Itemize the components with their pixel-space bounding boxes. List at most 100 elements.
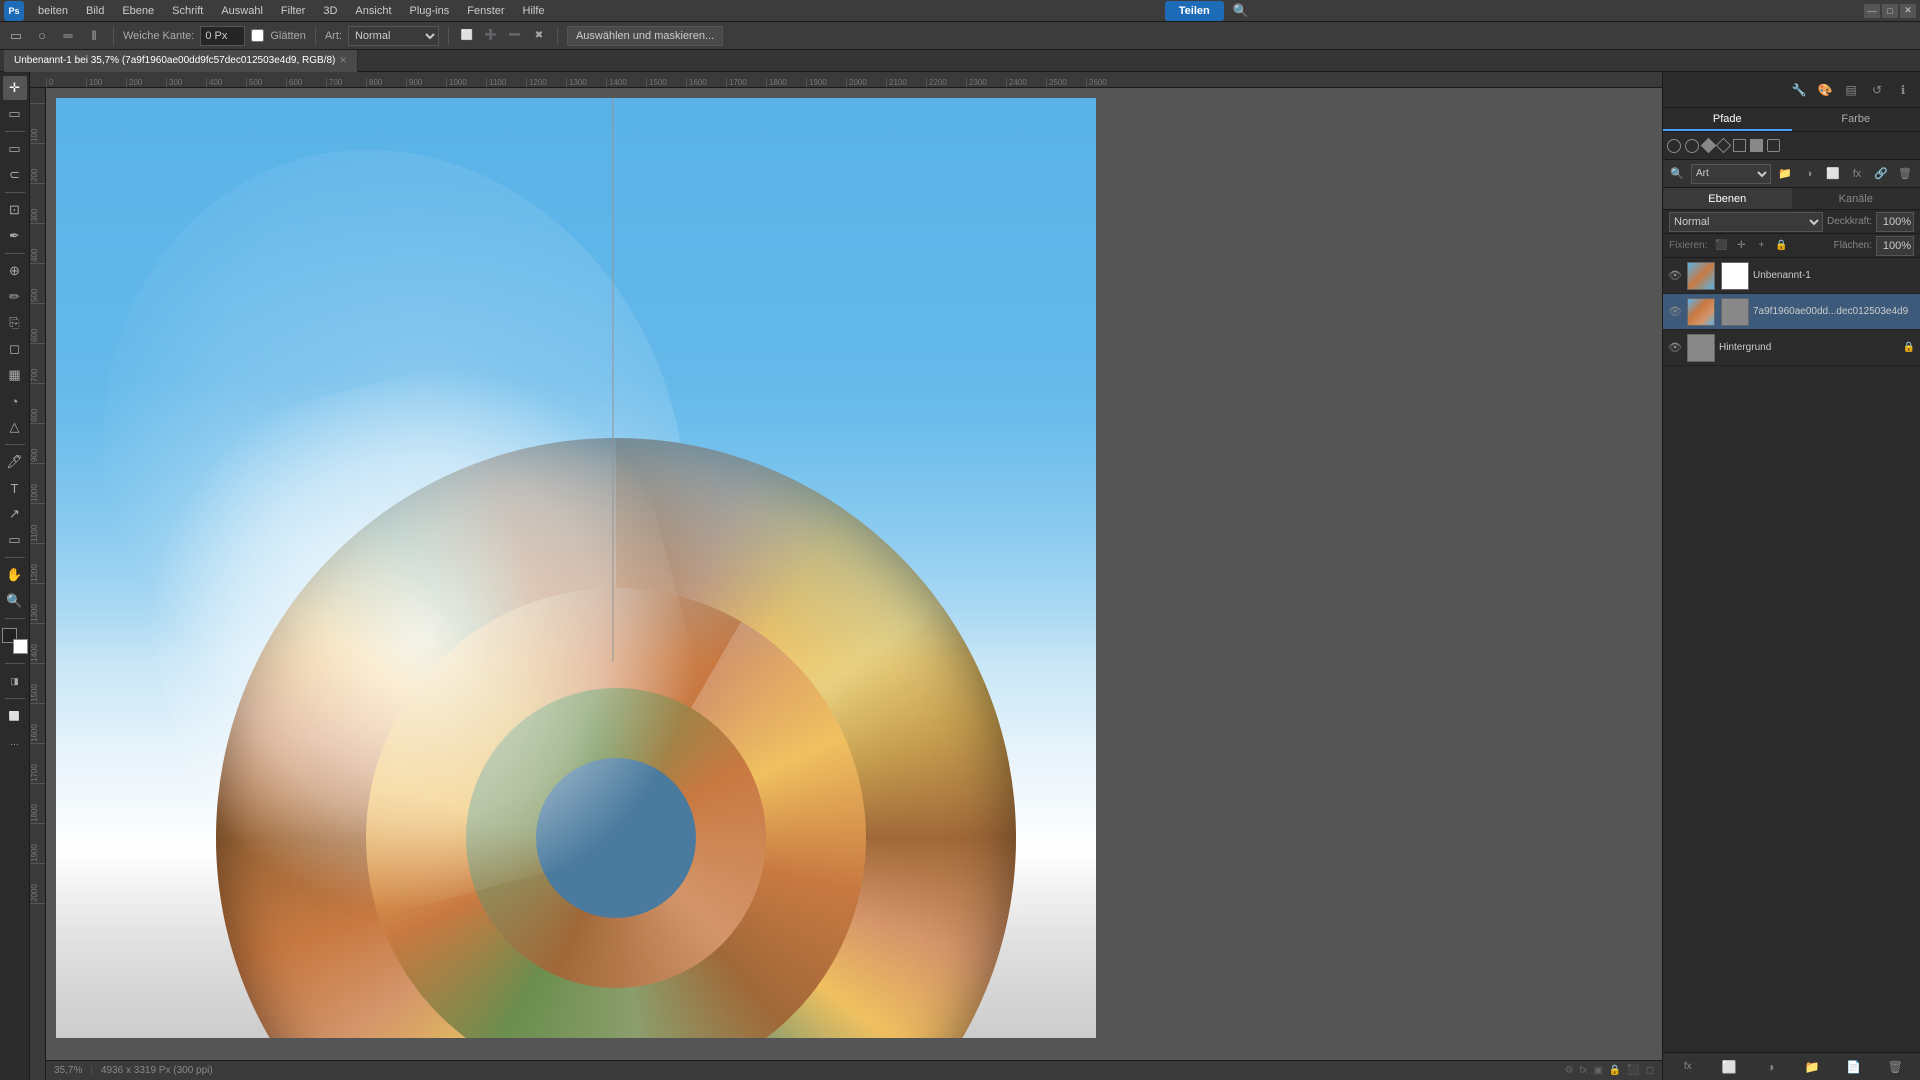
foreground-background-color[interactable]	[2, 628, 28, 654]
lock-artboard-icon[interactable]: +	[1753, 238, 1769, 254]
diamond-shape-2[interactable]	[1716, 138, 1732, 154]
blur-tool[interactable]: ◔	[3, 389, 27, 413]
search-icon[interactable]: 🔍	[1230, 0, 1252, 22]
subtract-selection-icon[interactable]: ➖	[506, 27, 524, 45]
clone-tool[interactable]: ⎘	[3, 311, 27, 335]
add-selection-icon[interactable]: ➕	[482, 27, 500, 45]
layer-mask-icon[interactable]: ⬜	[1823, 164, 1843, 184]
path-select-tool[interactable]: ↗	[3, 502, 27, 526]
menu-beiten[interactable]: beiten	[30, 3, 76, 19]
lock-position-icon[interactable]: ✛	[1733, 238, 1749, 254]
shape-tool[interactable]: ▭	[3, 528, 27, 552]
lasso-tool[interactable]: ⊂	[3, 163, 27, 187]
blend-mode-select[interactable]: Normal Auflösen Multiplizieren	[1669, 212, 1823, 232]
status-icon-2[interactable]: fx	[1580, 1065, 1588, 1076]
layer-comp-icon[interactable]: 🗑	[1895, 164, 1915, 184]
layer-effect-icon[interactable]: fx	[1847, 164, 1867, 184]
intersect-selection-icon[interactable]: ✖	[530, 27, 548, 45]
layer-visibility-toggle[interactable]: 👁	[1667, 340, 1683, 356]
marquee-tool[interactable]: ▭	[3, 137, 27, 161]
minimize-button[interactable]: —	[1864, 4, 1880, 18]
quick-mask-tool[interactable]: ◨	[3, 669, 27, 693]
zoom-tool[interactable]: 🔍	[3, 589, 27, 613]
move-tool[interactable]: ✛	[3, 76, 27, 100]
type-tool[interactable]: T	[3, 476, 27, 500]
document-tab[interactable]: Unbenannt-1 bei 35,7% (7a9f1960ae00dd9fc…	[4, 50, 358, 72]
tab-close-button[interactable]: ✕	[339, 55, 347, 66]
layer-search-select[interactable]: Art	[1691, 164, 1771, 184]
ellipse-select-icon[interactable]: ○	[32, 26, 52, 46]
add-mask-button[interactable]: ⬜	[1719, 1057, 1739, 1077]
status-icon-4[interactable]: 🔒	[1609, 1065, 1621, 1076]
layer-item[interactable]: 👁 Hintergrund 🔒	[1663, 330, 1920, 366]
search-layers-icon[interactable]: 🔍	[1667, 164, 1687, 184]
screen-mode-tool[interactable]: ⬜	[3, 704, 27, 728]
status-icon-5[interactable]: ⬛	[1627, 1065, 1639, 1076]
new-adjustment-button[interactable]: ◑	[1761, 1057, 1781, 1077]
glitter-checkbox[interactable]	[251, 29, 264, 42]
menu-schrift[interactable]: Schrift	[164, 3, 211, 19]
dodge-tool[interactable]: △	[3, 415, 27, 439]
square-shape-2[interactable]	[1750, 139, 1763, 152]
layer-link-icon[interactable]: 🔗	[1871, 164, 1891, 184]
rect-select-icon[interactable]: ▭	[6, 26, 26, 46]
brush-tool[interactable]: ✏	[3, 285, 27, 309]
menu-filter[interactable]: Filter	[273, 3, 313, 19]
col-select-icon[interactable]: ‖	[84, 26, 104, 46]
layer-visibility-toggle[interactable]: 👁	[1667, 304, 1683, 320]
crop-tool[interactable]: ⊡	[3, 198, 27, 222]
paths-panel-icon[interactable]: 🔧	[1788, 79, 1810, 101]
select-mask-button[interactable]: Auswählen und maskieren...	[567, 26, 723, 46]
canvas-content[interactable]	[46, 88, 1662, 1060]
menu-3d[interactable]: 3D	[315, 3, 345, 19]
color-panel-icon[interactable]: 🎨	[1814, 79, 1836, 101]
square-shape[interactable]	[1733, 139, 1746, 152]
paths-tab[interactable]: Pfade	[1663, 108, 1792, 131]
layer-item[interactable]: 👁 7a9f1960ae00dd...dec012503e4d9	[1663, 294, 1920, 330]
layer-item[interactable]: 👁 Unbenannt-1	[1663, 258, 1920, 294]
status-icon-1[interactable]: ⚙	[1565, 1065, 1574, 1076]
layers-tab[interactable]: Ebenen	[1663, 188, 1792, 209]
eraser-tool[interactable]: ◻	[3, 337, 27, 361]
fill-input[interactable]	[1876, 236, 1914, 256]
layer-fx-button[interactable]: fx	[1678, 1057, 1698, 1077]
diamond-shape[interactable]	[1701, 138, 1717, 154]
extra-tools[interactable]: …	[3, 730, 27, 754]
menu-plugins[interactable]: Plug-ins	[402, 3, 458, 19]
lock-pixels-icon[interactable]: ⬛	[1713, 238, 1729, 254]
lock-all-icon[interactable]: 🔒	[1773, 238, 1789, 254]
circle-shape-2[interactable]	[1685, 139, 1699, 153]
healing-tool[interactable]: ⊕	[3, 259, 27, 283]
menu-hilfe[interactable]: Hilfe	[515, 3, 553, 19]
artboard-tool[interactable]: ▭	[3, 102, 27, 126]
maximize-button[interactable]: □	[1882, 4, 1898, 18]
circle-shape[interactable]	[1667, 139, 1681, 153]
background-color[interactable]	[13, 639, 28, 654]
hand-tool[interactable]: ✋	[3, 563, 27, 587]
new-layer-group-icon[interactable]: 📁	[1775, 164, 1795, 184]
layers-panel-icon[interactable]: ▤	[1840, 79, 1862, 101]
eyedropper-tool[interactable]: ✒	[3, 224, 27, 248]
menu-auswahl[interactable]: Auswahl	[213, 3, 271, 19]
channels-tab[interactable]: Kanäle	[1792, 188, 1920, 209]
color-tab[interactable]: Farbe	[1792, 108, 1920, 131]
opacity-input[interactable]	[1876, 212, 1914, 232]
menu-ebene[interactable]: Ebene	[114, 3, 162, 19]
menu-bild[interactable]: Bild	[78, 3, 112, 19]
history-panel-icon[interactable]: ↺	[1866, 79, 1888, 101]
menu-ansicht[interactable]: Ansicht	[347, 3, 399, 19]
close-button[interactable]: ✕	[1900, 4, 1916, 18]
status-icon-6[interactable]: ◻	[1646, 1065, 1654, 1076]
menu-fenster[interactable]: Fenster	[459, 3, 512, 19]
status-icon-3[interactable]: ▣	[1593, 1065, 1602, 1076]
adjustment-layer-icon[interactable]: ◑	[1799, 164, 1819, 184]
properties-panel-icon[interactable]: ℹ	[1892, 79, 1914, 101]
feather-input[interactable]	[200, 26, 245, 46]
row-select-icon[interactable]: ═	[58, 26, 78, 46]
new-selection-icon[interactable]: ⬜	[458, 27, 476, 45]
delete-layer-button[interactable]: 🗑	[1885, 1057, 1905, 1077]
square-shape-3[interactable]	[1767, 139, 1780, 152]
gradient-tool[interactable]: ▦	[3, 363, 27, 387]
pen-tool[interactable]: 🖊	[3, 450, 27, 474]
new-layer-button[interactable]: 📄	[1844, 1057, 1864, 1077]
